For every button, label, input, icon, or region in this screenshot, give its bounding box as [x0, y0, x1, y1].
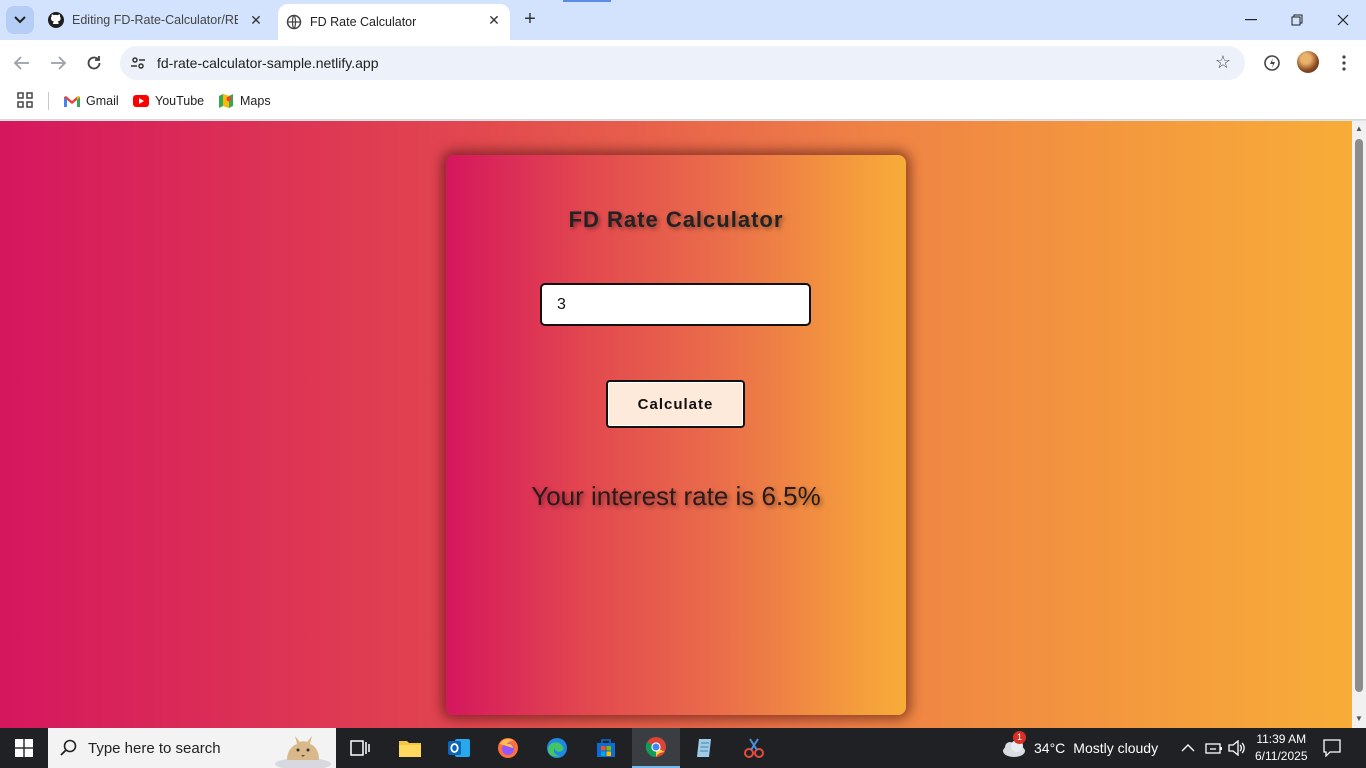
- minimize-icon[interactable]: [1228, 0, 1274, 40]
- weather-temperature: 34°C: [1034, 740, 1066, 756]
- snipping-tool-icon[interactable]: [730, 728, 778, 768]
- performance-icon[interactable]: [1261, 52, 1283, 74]
- clock-time: 11:39 AM: [1256, 732, 1307, 746]
- url-text: fd-rate-calculator-sample.netlify.app: [157, 55, 379, 71]
- chevron-down-icon: [14, 16, 26, 24]
- volume-icon[interactable]: [1228, 728, 1246, 768]
- years-input[interactable]: [540, 283, 811, 326]
- tab-github-readme[interactable]: Editing FD-Rate-Calculator/README ✕: [40, 0, 275, 40]
- weather-widget[interactable]: 1 34°C Mostly cloudy: [1000, 728, 1158, 768]
- edge-icon[interactable]: [533, 728, 581, 768]
- tab-indicator: [563, 0, 611, 2]
- bookmark-maps[interactable]: Maps: [218, 91, 271, 111]
- bookmark-label: Gmail: [86, 94, 119, 108]
- page-title: FD Rate Calculator: [568, 207, 784, 232]
- scroll-down-arrow-icon[interactable]: ▼: [1354, 714, 1364, 724]
- microsoft-store-icon[interactable]: [582, 728, 630, 768]
- clock-date: 6/11/2025: [1255, 749, 1308, 763]
- task-view-icon[interactable]: [336, 728, 384, 768]
- browser-toolbar: fd-rate-calculator-sample.netlify.app ☆: [0, 40, 1366, 86]
- tab-title: Editing FD-Rate-Calculator/README: [72, 13, 238, 27]
- cloudy-weather-icon: 1: [1000, 731, 1028, 759]
- github-icon: [48, 12, 64, 28]
- site-info-icon[interactable]: [128, 53, 148, 73]
- bookmark-label: Maps: [240, 94, 271, 108]
- forward-arrow-icon[interactable]: [45, 50, 71, 76]
- taskbar-search-box[interactable]: Type here to search: [48, 728, 336, 768]
- bookmark-label: YouTube: [155, 94, 205, 108]
- page-scrollbar[interactable]: ▲ ▼: [1352, 121, 1366, 728]
- bookmark-gmail[interactable]: Gmail: [64, 91, 119, 111]
- chrome-icon[interactable]: [632, 728, 680, 768]
- more-menu-icon[interactable]: [1333, 52, 1355, 74]
- tab-strip: Editing FD-Rate-Calculator/README ✕ FD R…: [0, 0, 1366, 40]
- firefox-icon[interactable]: [484, 728, 532, 768]
- bookmarks-bar: Gmail YouTube Maps: [0, 86, 1366, 120]
- scrollbar-thumb[interactable]: [1355, 139, 1363, 692]
- globe-icon: [286, 14, 302, 30]
- lynx-illustration-icon: [273, 730, 333, 768]
- restore-icon[interactable]: [1274, 0, 1320, 40]
- notifications-icon[interactable]: [1323, 728, 1341, 768]
- gmail-icon: [64, 94, 80, 108]
- show-hidden-icons-chevron-icon[interactable]: [1181, 728, 1195, 768]
- page-background: FD Rate Calculator Calculate Your intere…: [0, 121, 1352, 728]
- tab-search-button[interactable]: [6, 6, 34, 34]
- search-icon: [60, 739, 78, 757]
- taskbar-clock[interactable]: 11:39 AM 6/11/2025: [1255, 731, 1308, 765]
- outlook-icon[interactable]: [435, 728, 483, 768]
- interest-rate-result: Your interest rate is 6.5%: [531, 481, 821, 511]
- close-tab-icon[interactable]: ✕: [486, 12, 502, 28]
- bookmark-star-icon[interactable]: ☆: [1215, 52, 1231, 73]
- file-explorer-icon[interactable]: [386, 728, 434, 768]
- profile-avatar[interactable]: [1297, 51, 1319, 73]
- tab-fd-rate-calculator[interactable]: FD Rate Calculator ✕: [278, 4, 510, 40]
- weather-condition: Mostly cloudy: [1073, 740, 1159, 756]
- weather-badge: 1: [1013, 731, 1026, 744]
- windows-taskbar: Type here to search 1 34°C Mostly cloudy: [0, 728, 1366, 768]
- search-placeholder: Type here to search: [88, 740, 221, 757]
- new-tab-plus-icon[interactable]: +: [520, 9, 540, 30]
- scroll-up-arrow-icon[interactable]: ▲: [1354, 124, 1364, 134]
- bookmark-youtube[interactable]: YouTube: [133, 91, 204, 111]
- calculate-button[interactable]: Calculate: [606, 380, 745, 428]
- apps-grid-icon[interactable]: [17, 92, 35, 110]
- notepad-icon[interactable]: [681, 728, 729, 768]
- reload-icon[interactable]: [81, 50, 107, 76]
- back-arrow-icon[interactable]: [9, 50, 35, 76]
- windows-start-icon[interactable]: [0, 728, 48, 768]
- calculator-card: FD Rate Calculator Calculate Your intere…: [446, 155, 906, 715]
- close-window-icon[interactable]: [1320, 0, 1366, 40]
- address-bar[interactable]: fd-rate-calculator-sample.netlify.app ☆: [120, 46, 1245, 80]
- maps-icon: [218, 94, 234, 108]
- youtube-icon: [133, 94, 149, 108]
- bookmarks-divider: [48, 92, 49, 110]
- tab-title: FD Rate Calculator: [310, 15, 417, 29]
- battery-network-icon[interactable]: [1205, 728, 1223, 768]
- close-tab-icon[interactable]: ✕: [248, 12, 264, 28]
